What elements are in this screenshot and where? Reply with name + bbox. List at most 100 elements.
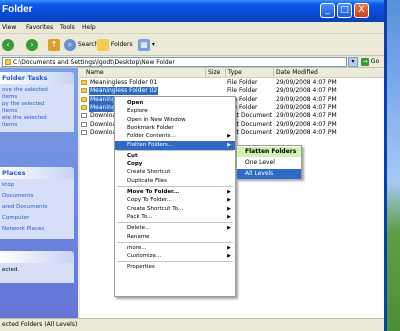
task-move-selected[interactable]: ove the selected <box>2 87 74 94</box>
details-body: ected. <box>0 263 74 283</box>
place-my-computer[interactable]: Computer <box>2 215 74 222</box>
search-icon: ⌕ <box>64 38 76 51</box>
menu-item-label: Pack To... <box>127 213 153 220</box>
folder-icon <box>81 104 87 110</box>
context-menu: Open Explore Open in New Window Bookmark Fo… <box>114 96 236 297</box>
file-date: 29/09/2008 4:07 PM <box>276 103 337 111</box>
folder-icon <box>81 88 87 94</box>
menu-separator <box>117 149 233 151</box>
menu-item-pack-to[interactable]: Pack To... ▶ <box>115 213 235 222</box>
task-pane: Folder Tasks ove the selected items py t… <box>0 68 78 318</box>
file-date: 29/09/2008 4:07 PM <box>276 79 337 86</box>
column-header: Name Size Type Date Modified <box>80 68 384 78</box>
menu-item-properties[interactable]: Properties <box>115 263 235 272</box>
menu-item-label: Explore <box>127 108 148 115</box>
menu-separator <box>117 241 233 243</box>
menu-item-label: Move To Folder... <box>127 189 180 195</box>
up-folder-icon: ↑ <box>48 38 60 51</box>
menu-item-label: Cut <box>127 152 138 159</box>
task-move-selected-line2[interactable]: items <box>2 94 74 101</box>
menu-separator <box>117 222 233 224</box>
close-button[interactable]: X <box>354 3 369 18</box>
submenu-item-all-levels[interactable]: All Levels <box>237 169 301 179</box>
go-button[interactable]: → Go <box>361 57 379 67</box>
menu-item-label: Copy To Folder... <box>127 197 172 204</box>
title-bar[interactable]: Folder _ □ X <box>0 0 384 22</box>
file-date: 29/09/2008 4:07 PM <box>276 112 337 120</box>
file-name[interactable]: Meaningless Folder 01 <box>89 79 158 87</box>
folders-button[interactable]: Folders <box>97 38 133 52</box>
file-tasks-header[interactable]: Folder Tasks <box>0 72 74 84</box>
menu-separator <box>117 261 233 263</box>
details-text: ected. <box>2 267 20 273</box>
menu-tools[interactable]: Tools <box>60 24 75 31</box>
menu-separator <box>117 186 233 187</box>
menu-view[interactable]: View <box>2 24 16 31</box>
place-network-places[interactable]: Network Places <box>2 226 74 233</box>
address-value: C:\Documents and Settings\lgodt\Desktop\… <box>13 59 175 66</box>
file-row[interactable]: Meaningless Folder 02 File Folder 29/09/20… <box>80 87 384 96</box>
menu-bar: View Favorites Tools Help <box>0 22 384 34</box>
up-folder-button[interactable]: ↑ <box>48 38 60 52</box>
go-label: Go <box>370 58 380 65</box>
column-date-modified[interactable]: Date Modified <box>276 69 366 77</box>
menu-item-label: Flatten Folders... <box>127 141 174 148</box>
maximize-button[interactable]: □ <box>337 3 352 18</box>
address-input[interactable]: C:\Documents and Settings\lgodt\Desktop\… <box>2 57 347 67</box>
text-file-icon <box>81 113 87 119</box>
place-my-documents[interactable]: Documents <box>2 193 74 200</box>
column-name[interactable]: Name <box>86 69 206 77</box>
toolbar: ‹ › ↑ ⌕ Search Folders ▦ ▾ <box>0 34 384 56</box>
minimize-button[interactable]: _ <box>320 3 335 18</box>
menu-item-duplicate-files[interactable]: Duplicate Files <box>115 177 235 186</box>
menu-item-label: Folder Contents... <box>127 133 176 140</box>
file-name[interactable]: Meaningless Folder 02 <box>89 87 159 96</box>
file-date: 29/09/2008 4:07 PM <box>276 87 337 95</box>
task-delete-selected-line2[interactable]: items <box>2 122 74 129</box>
file-row[interactable]: Meaningless Folder 01 File Folder 29/09/20… <box>80 79 384 87</box>
address-dropdown-button[interactable]: ▾ <box>348 57 358 67</box>
text-file-icon <box>81 121 87 127</box>
other-places-header[interactable]: Places <box>0 167 74 179</box>
forward-arrow-icon: › <box>26 38 38 51</box>
menu-favorites[interactable]: Favorites <box>26 24 53 31</box>
menu-item-label: Bookmark Folder <box>127 124 174 131</box>
file-type: File Folder <box>227 87 258 95</box>
details-header[interactable] <box>0 251 74 263</box>
back-arrow-icon: ‹ <box>2 38 14 51</box>
menu-item-label: more... <box>127 244 147 251</box>
task-copy-selected-line2[interactable]: items <box>2 108 74 115</box>
menu-item-label: Properties <box>127 264 155 271</box>
menu-item-flatten-folders[interactable]: Flatten Folders... ▶ <box>115 140 235 150</box>
submenu-item-flatten-folders[interactable]: Flatten Folders <box>237 147 301 157</box>
task-delete-selected[interactable]: ete the selected <box>2 115 74 122</box>
window-title: Folder <box>2 4 33 15</box>
menu-item-label: Duplicate Files <box>127 177 168 184</box>
search-button[interactable]: ⌕ Search <box>64 38 99 52</box>
folder-icon <box>5 59 11 65</box>
views-button[interactable]: ▦ ▾ <box>138 38 155 52</box>
folder-icon <box>81 96 87 102</box>
menu-item-label: Customize... <box>127 253 162 260</box>
menu-item-label: Copy <box>127 161 143 168</box>
menu-item-label: Create Shortcut To... <box>127 205 184 212</box>
submenu-arrow-icon: ▶ <box>227 141 231 148</box>
place-desktop[interactable]: ktop <box>2 182 74 189</box>
place-shared-documents[interactable]: ared Documents <box>2 204 74 211</box>
menu-item-label: Create Shortcut <box>127 169 171 176</box>
menu-item-customize[interactable]: Customize... ▶ <box>115 252 235 261</box>
folder-icon <box>81 80 87 85</box>
views-icon: ▦ <box>138 38 150 51</box>
other-places-body: ktop Documents ared Documents Computer N… <box>0 179 74 239</box>
column-type[interactable]: Type <box>228 69 274 77</box>
column-size[interactable]: Size <box>208 69 226 77</box>
back-button[interactable]: ‹ <box>2 38 14 52</box>
menu-help[interactable]: Help <box>82 24 96 31</box>
menu-item-label: Open in New Window <box>127 116 186 123</box>
menu-item-rename[interactable]: Rename <box>115 233 235 242</box>
go-arrow-icon: → <box>361 57 369 66</box>
file-type: File Folder <box>227 79 258 86</box>
task-copy-selected[interactable]: py the selected <box>2 101 74 108</box>
forward-button[interactable]: › <box>26 38 38 52</box>
submenu-item-one-level[interactable]: One Level <box>237 158 301 168</box>
